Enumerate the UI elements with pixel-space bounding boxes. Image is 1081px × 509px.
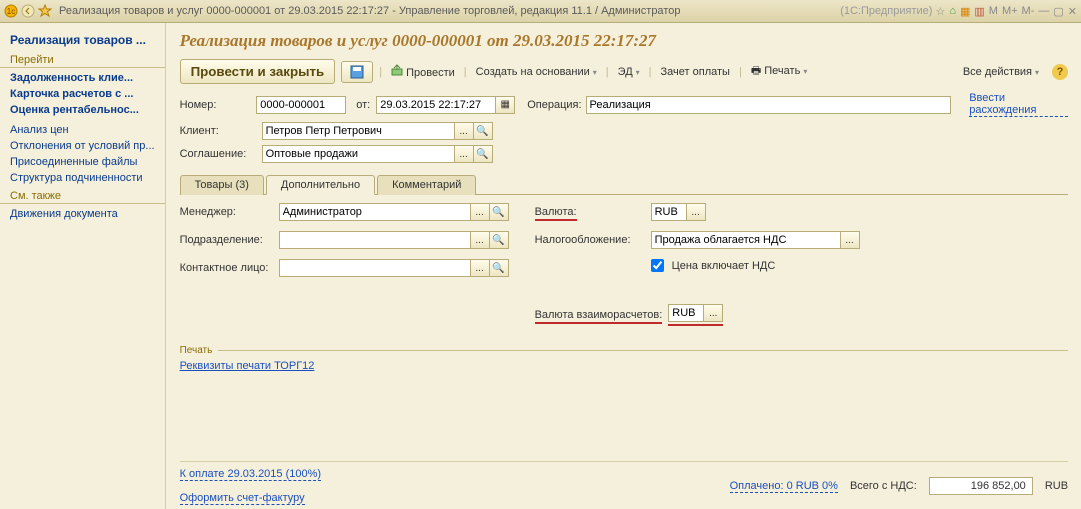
back-icon[interactable] [21,4,35,18]
calendar-button[interactable]: ▦ [496,96,515,114]
currency-label: Валюта: [535,206,647,218]
main: Реализация товаров и услуг 0000-000001 о… [166,23,1081,509]
svg-text:1c: 1c [7,7,15,16]
sidebar-link-files[interactable]: Присоединенные файлы [0,154,165,170]
contact-select-button[interactable]: ... [471,259,490,277]
footer: К оплате 29.03.2015 (100%) Оформить счет… [180,461,1068,504]
calendar-icon[interactable]: ▥ [974,5,984,18]
toolbar: Провести и закрыть | Провести | Создать … [180,59,1068,84]
titlebar: 1c Реализация товаров и услуг 0000-00000… [0,0,1081,23]
page-title: Реализация товаров и услуг 0000-000001 о… [180,31,1068,51]
window-title: Реализация товаров и услуг 0000-000001 о… [59,5,831,17]
op-label: Операция: [527,99,581,111]
all-actions-dropdown[interactable]: Все действия [960,64,1042,80]
num-field[interactable] [256,96,346,114]
agreement-field[interactable] [262,145,455,163]
row-agreement: Соглашение: ... 🔍 [180,145,1068,163]
offset-button[interactable]: Зачет оплаты [658,64,733,80]
vat-included-checkbox[interactable] [651,259,664,272]
post-and-close-button[interactable]: Провести и закрыть [180,59,336,84]
save-button[interactable] [341,61,373,83]
tabs: Товары (3) Дополнительно Комментарий [180,174,1068,195]
mem-m[interactable]: M [989,5,998,17]
print-section: Печать [180,345,1068,356]
post-button[interactable]: Провести [388,62,458,81]
print-dropdown[interactable]: 🖶 Печать [748,60,811,83]
to-pay-link[interactable]: К оплате 29.03.2015 (100%) [180,468,322,481]
currency-field[interactable] [651,203,687,221]
tab-comment[interactable]: Комментарий [377,175,476,195]
print-torg12-link[interactable]: Реквизиты печати ТОРГ12 [180,360,315,372]
manager-label: Менеджер: [180,206,275,218]
client-label: Клиент: [180,125,258,137]
settle-select-button[interactable]: ... [704,304,723,322]
invoice-link[interactable]: Оформить счет-фактуру [180,492,305,505]
tax-select-button[interactable]: ... [841,231,860,249]
sidebar-section-seealso: См. также [0,188,165,204]
sidebar: Реализация товаров ... Перейти Задолженн… [0,23,166,509]
contact-label: Контактное лицо: [180,262,275,274]
form-additional: Менеджер: ... 🔍 Подразделение: ... 🔍 [180,203,1068,331]
currency-select-button[interactable]: ... [687,203,706,221]
operation-field[interactable] [586,96,952,114]
row-number: Номер: от: ▦ Операция: Ввести расхождени… [180,92,1068,117]
row-client: Клиент: ... 🔍 [180,122,1068,140]
dept-select-button[interactable]: ... [471,231,490,249]
manager-field[interactable] [279,203,471,221]
manager-select-button[interactable]: ... [471,203,490,221]
create-based-dropdown[interactable]: Создать на основании [473,64,600,80]
date-field[interactable] [376,96,496,114]
sidebar-link-movements[interactable]: Движения документа [0,206,165,222]
dept-search-button[interactable]: 🔍 [490,231,509,249]
tax-field[interactable] [651,231,841,249]
tab-goods[interactable]: Товары (3) [180,175,264,195]
sidebar-link-debt[interactable]: Задолженность клие... [0,70,165,86]
help-icon[interactable]: ? [1052,64,1068,80]
settle-currency-field[interactable] [668,304,704,322]
star-icon[interactable] [38,4,52,18]
client-field[interactable] [262,122,455,140]
app-icon: 1c [4,4,18,18]
contact-search-button[interactable]: 🔍 [490,259,509,277]
agr-select-button[interactable]: ... [455,145,474,163]
from-label: от: [356,99,370,111]
ed-dropdown[interactable]: ЭД [615,64,643,80]
dept-field[interactable] [279,231,471,249]
calc-icon[interactable]: ▦ [960,5,970,18]
sidebar-link-structure[interactable]: Структура подчиненности [0,170,165,186]
paid-link[interactable]: Оплачено: 0 RUB 0% [730,480,838,493]
mem-mminus[interactable]: M- [1022,5,1035,17]
mem-mplus[interactable]: M+ [1002,5,1018,17]
manager-search-button[interactable]: 🔍 [490,203,509,221]
close-icon[interactable]: ✕ [1068,5,1077,18]
maximize-icon[interactable]: ▢ [1053,5,1063,18]
agr-label: Соглашение: [180,148,258,160]
sidebar-link-prices[interactable]: Анализ цен [0,122,165,138]
total-value: 196 852,00 [929,477,1033,495]
tab-additional[interactable]: Дополнительно [266,175,375,195]
sidebar-link-profit[interactable]: Оценка рентабельнос... [0,102,165,118]
sidebar-title[interactable]: Реализация товаров ... [0,29,165,50]
tax-label: Налогообложение: [535,234,647,246]
num-label: Номер: [180,99,253,111]
client-search-button[interactable]: 🔍 [474,122,493,140]
total-currency: RUB [1045,480,1068,492]
favorite-icon[interactable]: ☆ [935,5,945,18]
title-icons-right: ☆ ⌂ ▦ ▥ M M+ M- — ▢ ✕ [935,5,1077,18]
dept-label: Подразделение: [180,234,275,246]
history-icon[interactable]: ⌂ [949,5,956,17]
contact-field[interactable] [279,259,471,277]
sidebar-link-card[interactable]: Карточка расчетов с ... [0,86,165,102]
total-label: Всего с НДС: [850,480,917,492]
diff-link[interactable]: Ввести расхождения [969,92,1068,117]
sidebar-section-navigate: Перейти [0,52,165,68]
minimize-icon[interactable]: — [1038,5,1049,17]
client-select-button[interactable]: ... [455,122,474,140]
sidebar-link-deviations[interactable]: Отклонения от условий пр... [0,138,165,154]
window-title-extra: (1С:Предприятие) [840,5,932,17]
settle-label: Валюта взаиморасчетов: [535,309,663,321]
agr-search-button[interactable]: 🔍 [474,145,493,163]
vat-included-label: Цена включает НДС [672,260,776,272]
